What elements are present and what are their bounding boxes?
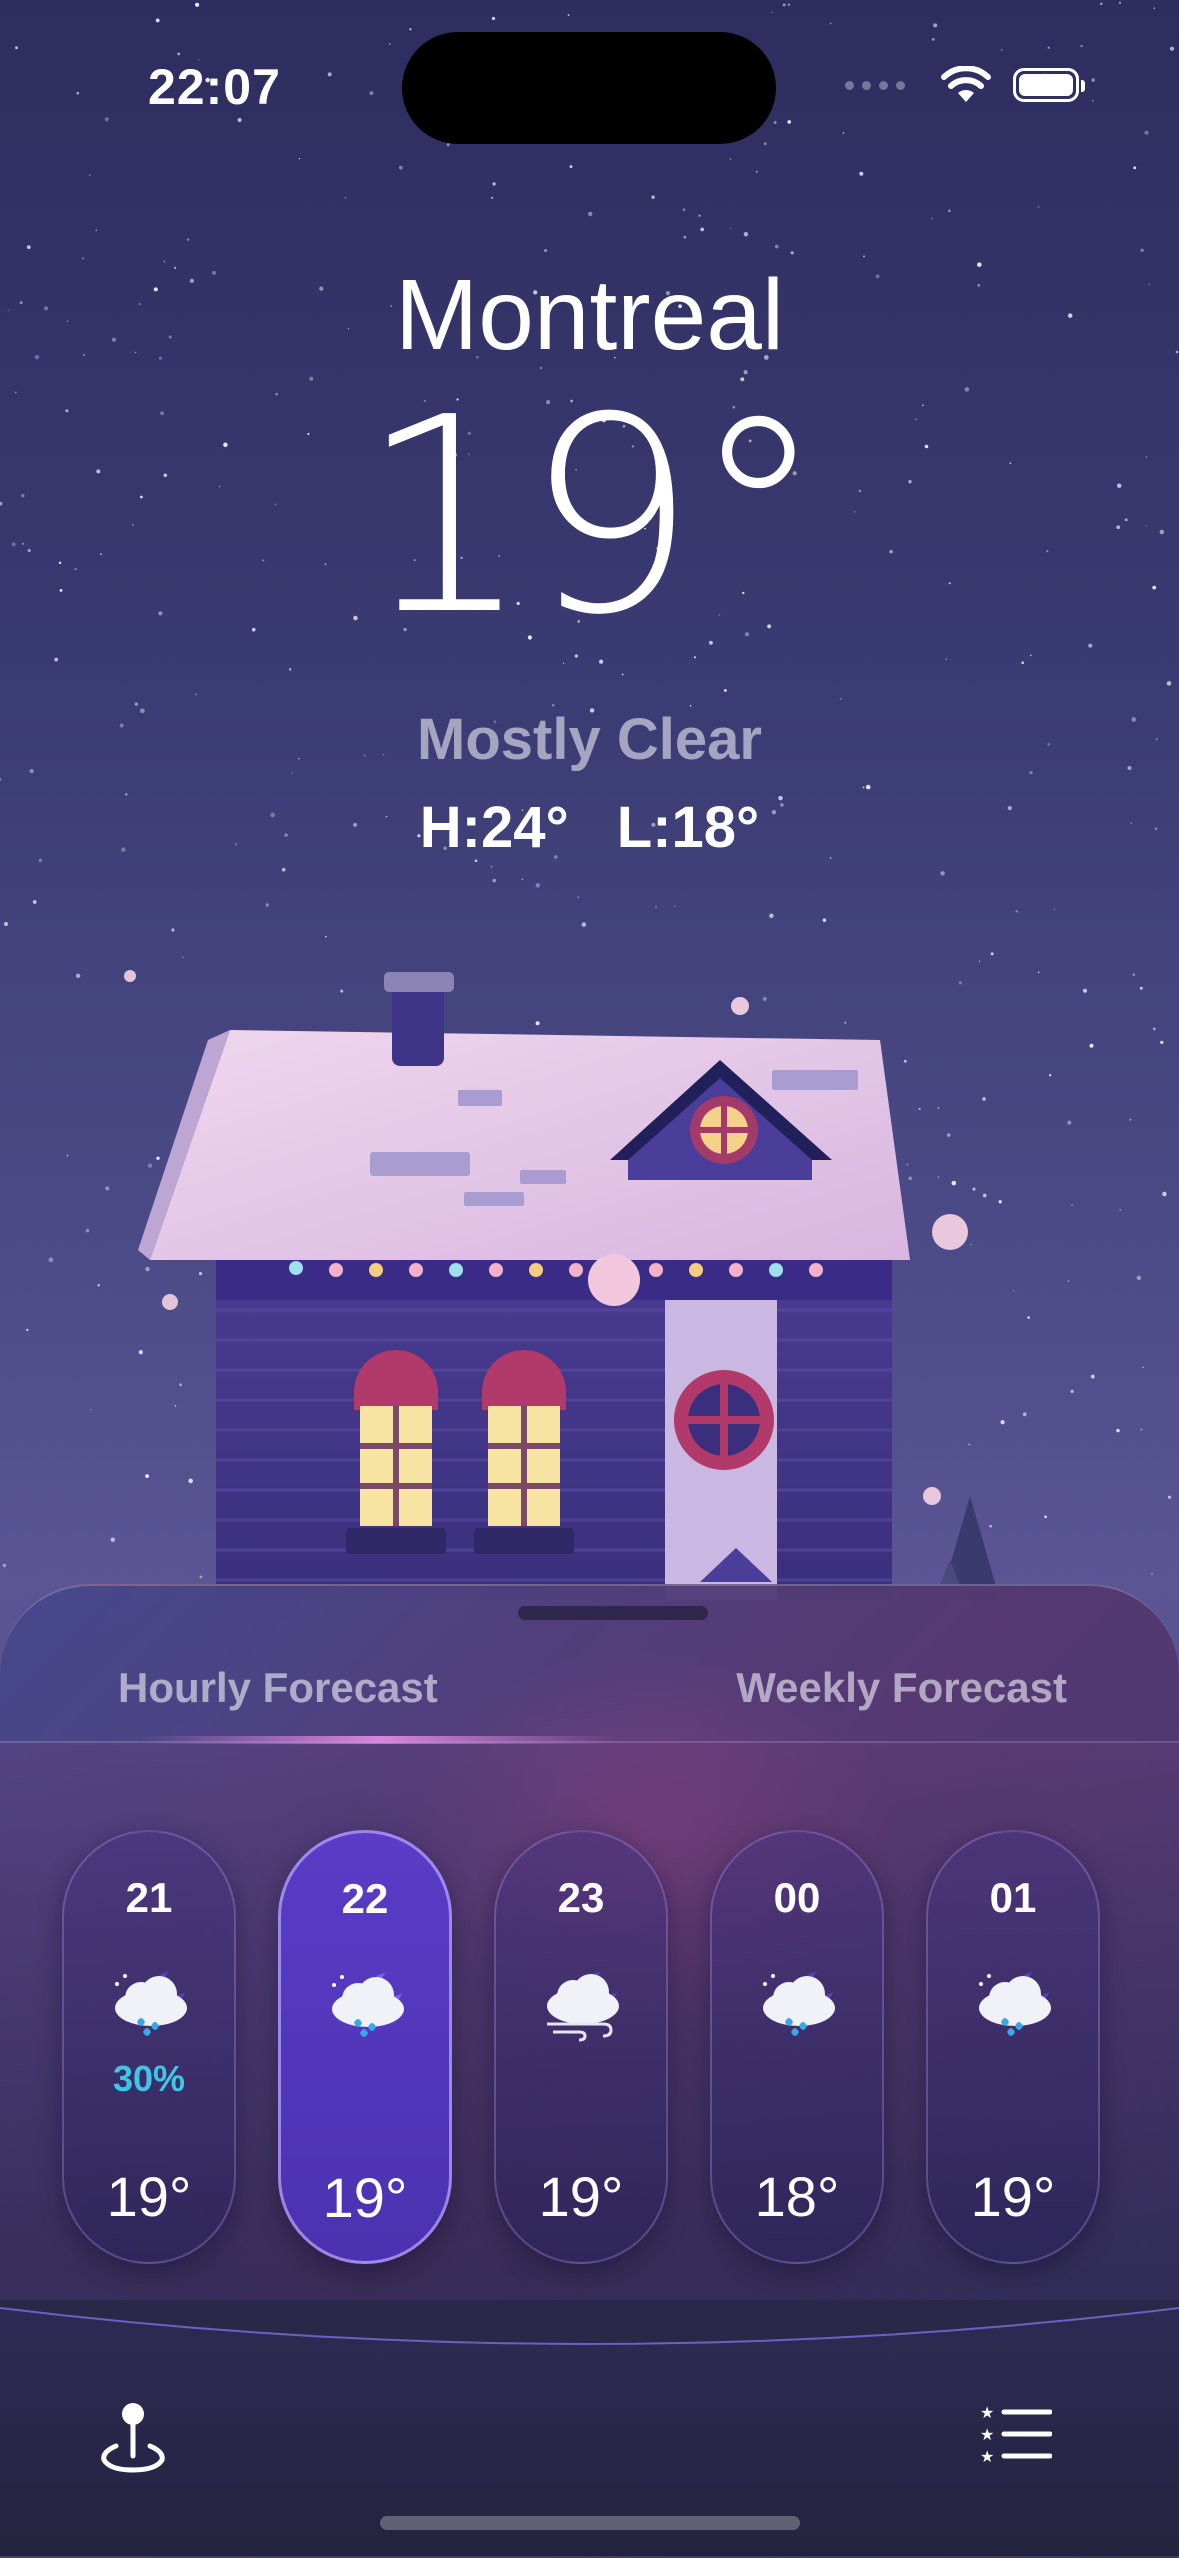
city-list-button[interactable]: ★ ★ ★ [980, 2404, 1052, 2464]
sheet-grabber[interactable] [518, 1606, 708, 1620]
night-cloud-rain-icon [979, 1972, 1051, 2036]
tab-weekly-forecast[interactable]: Weekly Forecast [736, 1664, 1067, 1712]
night-cloud-wind-icon [547, 1972, 619, 2042]
svg-text:★: ★ [980, 2404, 994, 2422]
night-cloud-rain-icon [332, 1973, 404, 2037]
hourly-card-hour: 23 [557, 1874, 605, 1921]
low-temperature: L:18° [616, 795, 760, 860]
hourly-card-hour: 22 [341, 1875, 389, 1922]
svg-text:★: ★ [980, 2447, 994, 2464]
status-indicators [845, 66, 1085, 104]
hourly-card-temperature: 19° [106, 2165, 192, 2228]
precipitation-chance: 30% [112, 2058, 186, 2099]
hourly-card-temperature: 18° [754, 2165, 840, 2228]
svg-text:★: ★ [980, 2425, 994, 2444]
hourly-card-hour: 00 [773, 1874, 821, 1921]
forecast-tabs: Hourly Forecast Weekly Forecast [0, 1664, 1179, 1734]
map-location-button[interactable] [96, 2400, 170, 2474]
hourly-card-hour: 21 [125, 1874, 173, 1921]
night-cloud-rain-icon [115, 1972, 187, 2036]
current-temperature: 19° [359, 359, 826, 674]
hourly-card[interactable]: 23 19° [494, 1830, 668, 2264]
tab-hourly-forecast[interactable]: Hourly Forecast [118, 1664, 438, 1712]
cellular-signal-icon [845, 80, 905, 90]
high-low-temperatures: H:24° L:18° [0, 794, 1179, 861]
night-cloud-rain-icon [763, 1972, 835, 2036]
hourly-card-selected[interactable]: 22 19° [278, 1830, 452, 2264]
hourly-card[interactable]: 21 30% 19° [62, 1830, 236, 2264]
status-time: 22:07 [148, 59, 281, 115]
battery-icon [1013, 68, 1085, 102]
hourly-card[interactable]: 00 18° [710, 1830, 884, 2264]
wifi-icon [941, 66, 991, 102]
dynamic-island [402, 32, 776, 144]
city-name: Montreal [394, 259, 785, 371]
hourly-card-temperature: 19° [322, 2166, 408, 2229]
hourly-card-temperature: 19° [970, 2165, 1056, 2228]
hourly-card-temperature: 19° [538, 2165, 624, 2228]
hourly-card-hour: 01 [989, 1874, 1037, 1921]
home-indicator [380, 2516, 800, 2530]
house-illustration [124, 970, 1000, 1600]
high-temperature: H:24° [419, 795, 569, 860]
hourly-card[interactable]: 01 19° [926, 1830, 1100, 2264]
weather-condition: Mostly Clear [417, 707, 762, 772]
tab-bar-arc [0, 2300, 1179, 2345]
